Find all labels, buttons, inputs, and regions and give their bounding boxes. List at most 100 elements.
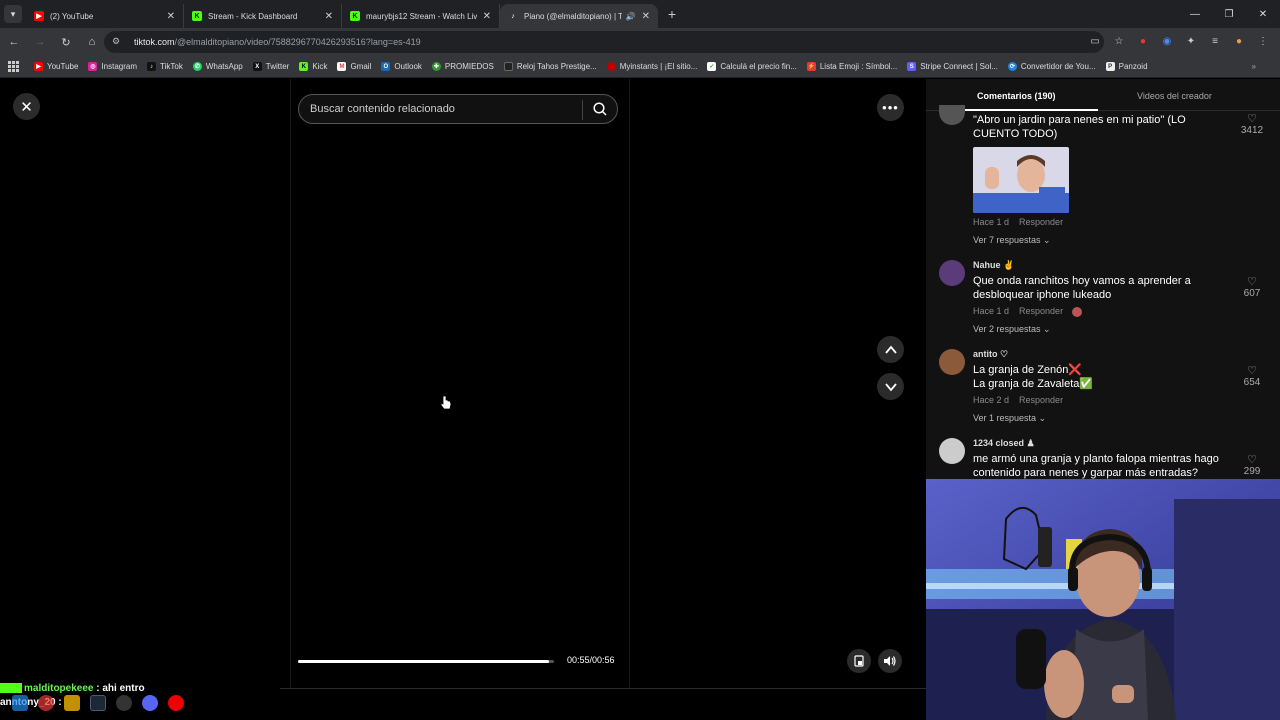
file-explorer-icon[interactable]	[64, 695, 80, 711]
more-options-button[interactable]: •••	[877, 94, 904, 121]
close-icon[interactable]: ✕	[325, 11, 333, 22]
bookmark-kick[interactable]: K Kick	[299, 62, 327, 71]
streamer-webcam-image	[926, 479, 1280, 720]
view-replies-button[interactable]: Ver 7 respuestas ⌄	[973, 235, 1051, 246]
bookmark-star-icon[interactable]: ☆	[1110, 32, 1128, 50]
reply-button[interactable]: Responder	[1019, 395, 1063, 405]
next-video-button[interactable]	[877, 373, 904, 400]
steam-icon[interactable]	[90, 695, 106, 711]
comment-meta: Hace 1 d Responder	[973, 306, 1082, 317]
url-host: tiktok.com	[134, 37, 175, 47]
extension-blue-icon[interactable]: ◉	[1158, 32, 1176, 50]
video-progress-bar[interactable]	[298, 660, 554, 663]
video-player[interactable]	[290, 79, 630, 688]
bookmark-label: Panzoid	[1118, 62, 1148, 71]
reply-button[interactable]: Responder	[1019, 217, 1063, 227]
new-tab-button[interactable]: +	[660, 2, 684, 26]
bookmark-label: Convertidor de You...	[1020, 62, 1096, 71]
apps-grid-icon[interactable]	[8, 60, 20, 73]
extension-red-icon[interactable]: ●	[1134, 32, 1152, 50]
close-icon[interactable]: ✕	[483, 11, 491, 22]
reply-button[interactable]: Responder	[1019, 306, 1063, 316]
like-button[interactable]: ♡ 299	[1237, 454, 1267, 477]
bookmark-whatsapp[interactable]: ✆ WhatsApp	[192, 62, 243, 71]
chat-badge-icon	[0, 683, 22, 694]
back-icon[interactable]: ←	[2, 30, 26, 54]
media-icon[interactable]: ≡	[1206, 32, 1224, 50]
bookmark-label: Myinstants | ¡El sitio...	[619, 62, 698, 71]
restore-icon[interactable]: ❐	[1212, 0, 1246, 28]
bookmark-instagram[interactable]: ◎ Instagram	[88, 62, 137, 71]
volume-button[interactable]	[878, 649, 902, 673]
forward-icon[interactable]: →	[28, 30, 52, 54]
active-tab-underline	[961, 109, 1098, 111]
comment-image[interactable]	[973, 147, 1069, 213]
comment-username[interactable]: 1234 closed ♟	[973, 438, 1035, 449]
site-info-icon[interactable]: ⚙	[112, 36, 124, 48]
address-bar[interactable]: ⚙ tiktok.com/@elmalditopiano/video/75882…	[104, 31, 1104, 53]
avatar[interactable]	[939, 260, 965, 286]
related-search-input[interactable]: Buscar contenido relacionado	[298, 94, 618, 124]
youtube-app-icon[interactable]	[168, 695, 184, 711]
bookmark-outlook[interactable]: O Outlook	[381, 62, 422, 71]
bookmark-promiedos[interactable]: ✚ PROMIEDOS	[431, 62, 494, 71]
chrome-icon[interactable]	[38, 695, 54, 711]
tab-kick-dashboard[interactable]: K Stream - Kick Dashboard ✕	[184, 4, 342, 28]
profile-avatar[interactable]: ●	[1230, 32, 1248, 50]
bookmark-stripe[interactable]: S Stripe Connect | Sol...	[907, 62, 998, 71]
view-replies-button[interactable]: Ver 2 respuestas ⌄	[973, 324, 1051, 335]
speaker-icon[interactable]: 🔊	[626, 12, 636, 21]
view-replies-button[interactable]: Ver 1 respuesta ⌄	[973, 413, 1046, 424]
avatar[interactable]	[939, 438, 965, 464]
close-icon[interactable]: ✕	[167, 11, 175, 22]
close-window-icon[interactable]: ✕	[1246, 0, 1280, 28]
comment-username[interactable]: antito ♡	[973, 349, 1008, 360]
avatar[interactable]	[939, 105, 965, 125]
bookmark-twitter[interactable]: X Twitter	[252, 62, 289, 71]
bookmark-gmail[interactable]: M Gmail	[337, 62, 371, 71]
search-icon[interactable]	[592, 101, 608, 117]
reload-icon[interactable]: ↻	[54, 30, 78, 54]
like-button[interactable]: ♡ 654	[1237, 365, 1267, 388]
bookmark-label: PROMIEDOS	[444, 62, 494, 71]
bookmark-calcula[interactable]: ✓ Calculá el precio fin...	[707, 62, 797, 71]
close-video-button[interactable]: ✕	[13, 93, 40, 120]
tab-comments[interactable]: Comentarios (190)	[977, 91, 1056, 101]
cast-icon[interactable]: ▭	[1086, 32, 1104, 50]
comment-time: Hace 1 d	[973, 217, 1010, 227]
heart-icon: ♡	[1247, 365, 1257, 377]
bookmark-panzoid[interactable]: P Panzoid	[1105, 62, 1148, 71]
home-icon[interactable]: ⌂	[80, 30, 104, 54]
like-button[interactable]: ♡ 607	[1237, 276, 1267, 299]
pip-button[interactable]	[847, 649, 871, 673]
emoji-icon: ⚡	[806, 62, 816, 71]
obs-icon[interactable]	[116, 695, 132, 711]
close-icon[interactable]: ✕	[642, 11, 650, 22]
minimize-icon[interactable]: —	[1178, 0, 1212, 28]
previous-video-button[interactable]	[877, 336, 904, 363]
panel-tabs: Comentarios (190) Videos del creador	[926, 79, 1280, 111]
navigation-bar: ← → ↻ ⌂ ⚙ tiktok.com/@elmalditopiano/vid…	[0, 28, 1280, 56]
bookmarks-overflow-icon[interactable]: »	[1252, 62, 1256, 71]
bookmark-convertidor[interactable]: ⟳ Convertidor de You...	[1007, 62, 1096, 71]
tab-youtube[interactable]: ▶ (2) YouTube ✕	[26, 4, 184, 28]
tab-search-button[interactable]: ▾	[4, 5, 22, 23]
tab-title: Piano (@elmalditopiano) | T	[524, 11, 622, 21]
tab-kick-stream[interactable]: K maurybjs12 Stream - Watch Liv ✕	[342, 4, 500, 28]
calculator-icon: ✓	[707, 62, 717, 71]
bookmark-tiktok[interactable]: ♪ TikTok	[147, 62, 183, 71]
bookmark-emoji[interactable]: ⚡ Lista Emoji : Símbol...	[806, 62, 897, 71]
bookmark-youtube[interactable]: ▶ YouTube	[34, 62, 78, 71]
gif-thumbnail	[973, 147, 1069, 213]
comment-username[interactable]: Nahue ✌	[973, 260, 1014, 271]
windows-start-icon[interactable]	[12, 695, 28, 711]
bookmark-myinstants[interactable]: Myinstants | ¡El sitio...	[606, 62, 698, 71]
avatar[interactable]	[939, 349, 965, 375]
tab-creator-videos[interactable]: Videos del creador	[1137, 91, 1212, 101]
discord-icon[interactable]	[142, 695, 158, 711]
menu-icon[interactable]: ⋮	[1254, 32, 1272, 50]
bookmark-reloj[interactable]: Reloj Tahos Prestige...	[503, 62, 597, 71]
extensions-icon[interactable]: ✦	[1182, 32, 1200, 50]
tab-tiktok[interactable]: ♪ Piano (@elmalditopiano) | T 🔊 ✕	[500, 4, 658, 28]
like-button[interactable]: ♡ 3412	[1237, 113, 1267, 136]
